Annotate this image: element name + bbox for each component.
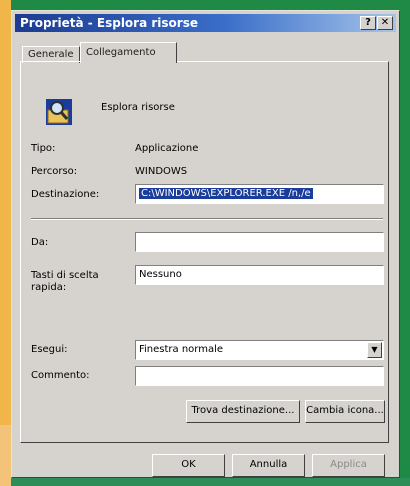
commento-label: Commento: (31, 370, 90, 381)
commento-field[interactable] (135, 366, 384, 386)
esegui-selected-value: Finestra normale (139, 344, 224, 355)
title-bar[interactable]: Proprietà - Esplora risorse ? ✕ (15, 14, 396, 32)
percorso-value: WINDOWS (135, 166, 188, 177)
background-left-band (0, 0, 11, 486)
tipo-label: Tipo: (31, 143, 56, 154)
shortcut-tab-panel: Esplora risorse Tipo: Applicazione Perco… (20, 61, 389, 443)
destinazione-field[interactable]: C:\WINDOWS\EXPLORER.EXE /n,/e (135, 184, 384, 204)
magnifier-folder-icon (46, 99, 72, 125)
annulla-button[interactable]: Annulla (232, 454, 305, 477)
cambia-icona-button[interactable]: Cambia icona... (305, 400, 385, 423)
esegui-select[interactable]: Finestra normale ▼ (135, 340, 384, 360)
tasti-label-line1: Tasti di scelta (31, 270, 99, 281)
trova-destinazione-button[interactable]: Trova destinazione... (186, 400, 300, 423)
background-left-strip (0, 425, 11, 486)
da-label: Da: (31, 237, 49, 248)
tab-collegamento[interactable]: Collegamento (80, 42, 177, 63)
destinazione-label: Destinazione: (31, 189, 100, 200)
applica-button[interactable]: Applica (312, 454, 385, 477)
window-title: Proprietà - Esplora risorse (20, 16, 198, 30)
percorso-label: Percorso: (31, 166, 78, 177)
tasti-label-line2: rapida: (31, 282, 67, 293)
esegui-label: Esegui: (31, 344, 68, 355)
close-button[interactable]: ✕ (377, 16, 393, 30)
chevron-down-icon[interactable]: ▼ (367, 342, 382, 358)
properties-dialog: Proprietà - Esplora risorse ? ✕ Generale… (11, 10, 400, 478)
separator-1 (31, 218, 383, 220)
destinazione-value: C:\WINDOWS\EXPLORER.EXE /n,/e (139, 188, 313, 199)
shortcut-name: Esplora risorse (101, 102, 175, 113)
da-field[interactable] (135, 232, 384, 252)
background-bottom-band (11, 478, 410, 486)
help-button[interactable]: ? (360, 16, 376, 30)
tasti-scelta-field[interactable]: Nessuno (135, 265, 384, 285)
tipo-value: Applicazione (135, 143, 199, 154)
ok-button[interactable]: OK (152, 454, 225, 477)
